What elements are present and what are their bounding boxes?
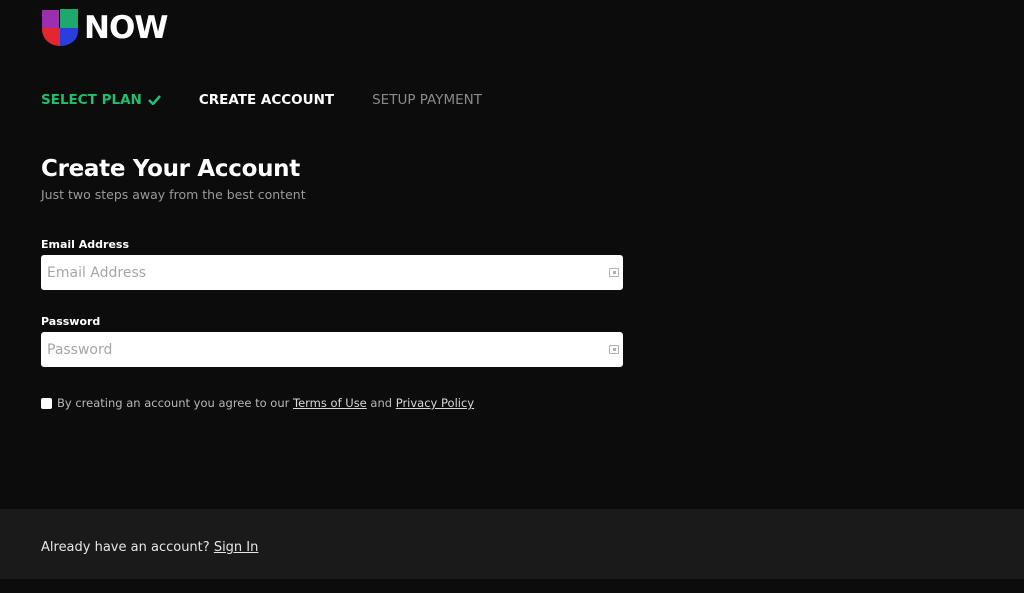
step-create-account: CREATE ACCOUNT	[199, 92, 334, 108]
terms-agreement: By creating an account you agree to our …	[41, 396, 474, 410]
univision-now-logo[interactable]: NOW	[41, 9, 168, 47]
page-subtitle: Just two steps away from the best conten…	[41, 187, 306, 202]
brand-name: NOW	[84, 10, 168, 46]
password-label: Password	[41, 315, 101, 328]
email-label: Email Address	[41, 238, 130, 251]
email-input[interactable]	[41, 255, 623, 290]
terms-of-use-link[interactable]: Terms of Use	[293, 396, 367, 410]
terms-checkbox[interactable]	[41, 397, 52, 409]
univision-logo-icon	[42, 9, 78, 46]
step-label: SETUP PAYMENT	[372, 92, 482, 108]
step-label: SELECT PLAN	[41, 92, 142, 108]
terms-text: By creating an account you agree to our	[57, 396, 290, 410]
check-icon	[147, 95, 161, 105]
privacy-policy-link[interactable]: Privacy Policy	[396, 396, 474, 410]
terms-conjunction: and	[370, 396, 393, 410]
sign-in-prompt: Already have an account? Sign In	[41, 540, 258, 555]
signup-steps: SELECT PLAN CREATE ACCOUNT SETUP PAYMENT	[41, 92, 520, 108]
step-select-plan: SELECT PLAN	[41, 92, 161, 108]
step-label: CREATE ACCOUNT	[198, 92, 335, 108]
autofill-icon[interactable]	[609, 268, 619, 277]
sign-in-link[interactable]: Sign In	[214, 540, 259, 555]
autofill-icon[interactable]	[609, 345, 619, 354]
step-setup-payment: SETUP PAYMENT	[372, 92, 482, 108]
sign-in-prompt-text: Already have an account?	[41, 540, 210, 555]
footer: Already have an account? Sign In	[0, 509, 1024, 579]
password-input[interactable]	[41, 332, 623, 367]
page-title: Create Your Account	[41, 156, 300, 182]
